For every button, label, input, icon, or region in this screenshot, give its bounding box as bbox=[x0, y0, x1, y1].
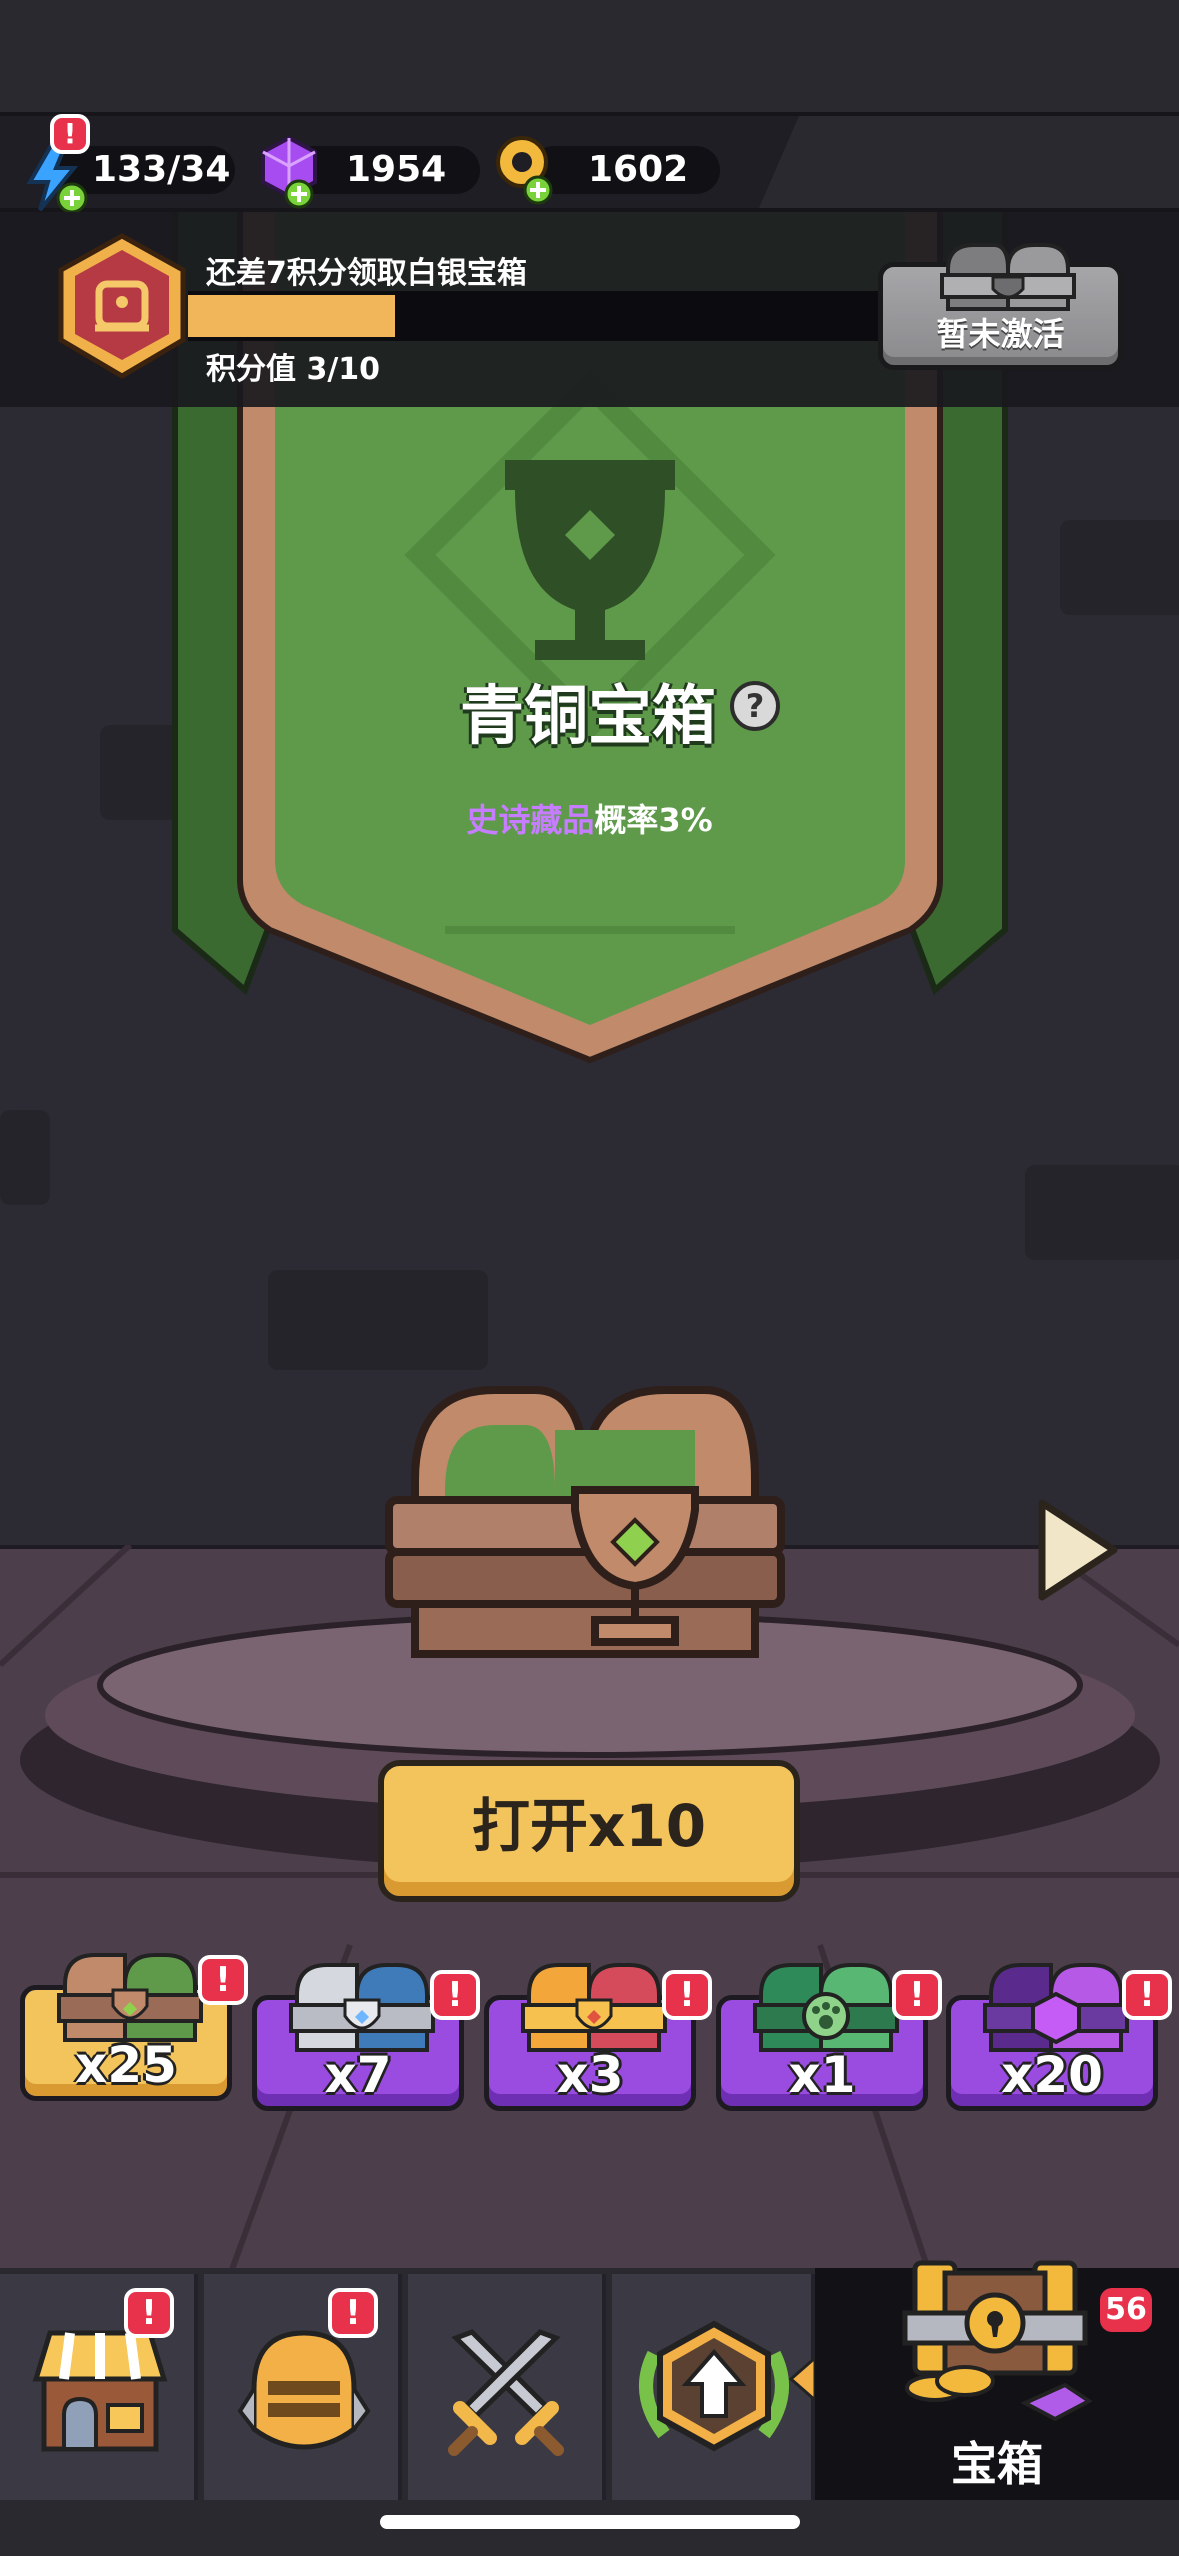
gem-chest-icon bbox=[983, 1963, 1129, 2052]
chest-count-bronze: x25 bbox=[75, 2036, 177, 2094]
alert-badge-equipment: ! bbox=[328, 2288, 378, 2338]
nav-equipment[interactable]: ! bbox=[204, 2274, 402, 2500]
crossed-swords-icon bbox=[448, 2329, 564, 2456]
silver-chest-icon bbox=[940, 243, 1076, 311]
alert-badge-bronze: ! bbox=[198, 1955, 248, 2005]
next-reward-label: 暂未激活 bbox=[936, 315, 1065, 353]
gems-value: 1954 bbox=[346, 149, 447, 190]
gold-chest-icon bbox=[521, 1963, 667, 2052]
chest-count-gem: x20 bbox=[1001, 2046, 1103, 2104]
alert-badge-gem: ! bbox=[1122, 1970, 1172, 2020]
bronze-chest-icon bbox=[57, 1953, 203, 2042]
active-pointer-icon bbox=[788, 2354, 817, 2404]
progress-fill bbox=[188, 295, 395, 337]
silver-chest-icon bbox=[289, 1963, 435, 2052]
help-icon[interactable]: ? bbox=[730, 681, 780, 731]
bronze-chest-icon[interactable] bbox=[385, 1380, 795, 1680]
next-chest-arrow[interactable] bbox=[1030, 1495, 1120, 1605]
odds-line: 史诗藏品概率3% bbox=[0, 795, 1179, 841]
alert-badge-silver: ! bbox=[430, 1970, 480, 2020]
keys-value: 1602 bbox=[588, 149, 689, 190]
chest-count-gold: x3 bbox=[556, 2046, 624, 2104]
chest-count-pet: x1 bbox=[788, 2046, 856, 2104]
home-indicator[interactable] bbox=[380, 2515, 800, 2529]
key-icon[interactable] bbox=[492, 132, 562, 212]
progress-message: 还差7积分领取白银宝箱 bbox=[206, 256, 527, 291]
helmet-icon bbox=[237, 2330, 371, 2450]
gem-icon[interactable] bbox=[255, 132, 325, 212]
nav-chest-label: 宝箱 bbox=[951, 2437, 1043, 2491]
chest-title: 青铜宝箱 bbox=[460, 680, 716, 754]
chest-count-badge: 56 bbox=[1100, 2288, 1152, 2332]
resource-bar: ! 133/34 1954 1602 bbox=[0, 112, 1179, 214]
alert-badge-pet: ! bbox=[892, 1970, 942, 2020]
alert-badge-gold: ! bbox=[662, 1970, 712, 2020]
pet-chest-icon bbox=[753, 1963, 899, 2052]
chest-tab-bronze[interactable]: x25 bbox=[20, 1953, 232, 2101]
open-x10-button[interactable]: 打开x10 bbox=[378, 1760, 800, 1902]
resource-bar-slant bbox=[759, 116, 1179, 208]
energy-value: 133/34 bbox=[92, 149, 231, 190]
rank-badge-icon[interactable] bbox=[55, 232, 190, 382]
odds-rate-label: 概率3% bbox=[594, 801, 713, 839]
alert-badge-shop: ! bbox=[124, 2288, 174, 2338]
next-reward-button[interactable]: 暂未激活 bbox=[878, 243, 1123, 370]
nav-chest[interactable]: 56 宝箱 bbox=[815, 2260, 1179, 2500]
energy-alert-badge: ! bbox=[50, 114, 90, 154]
open-x10-label: 打开x10 bbox=[471, 1792, 707, 1860]
odds-epic-label: 史诗藏品 bbox=[466, 801, 595, 839]
chest-count-silver: x7 bbox=[324, 2046, 392, 2104]
upgrade-icon bbox=[639, 2320, 789, 2452]
nav-battle[interactable] bbox=[408, 2274, 606, 2500]
nav-shop[interactable]: ! bbox=[0, 2274, 198, 2500]
treasure-chest-icon bbox=[902, 2260, 1093, 2422]
status-bar-area bbox=[0, 0, 1179, 112]
nav-upgrade[interactable] bbox=[612, 2274, 817, 2500]
progress-points-label: 积分值 3/10 bbox=[206, 352, 381, 387]
shop-icon bbox=[32, 2330, 168, 2452]
